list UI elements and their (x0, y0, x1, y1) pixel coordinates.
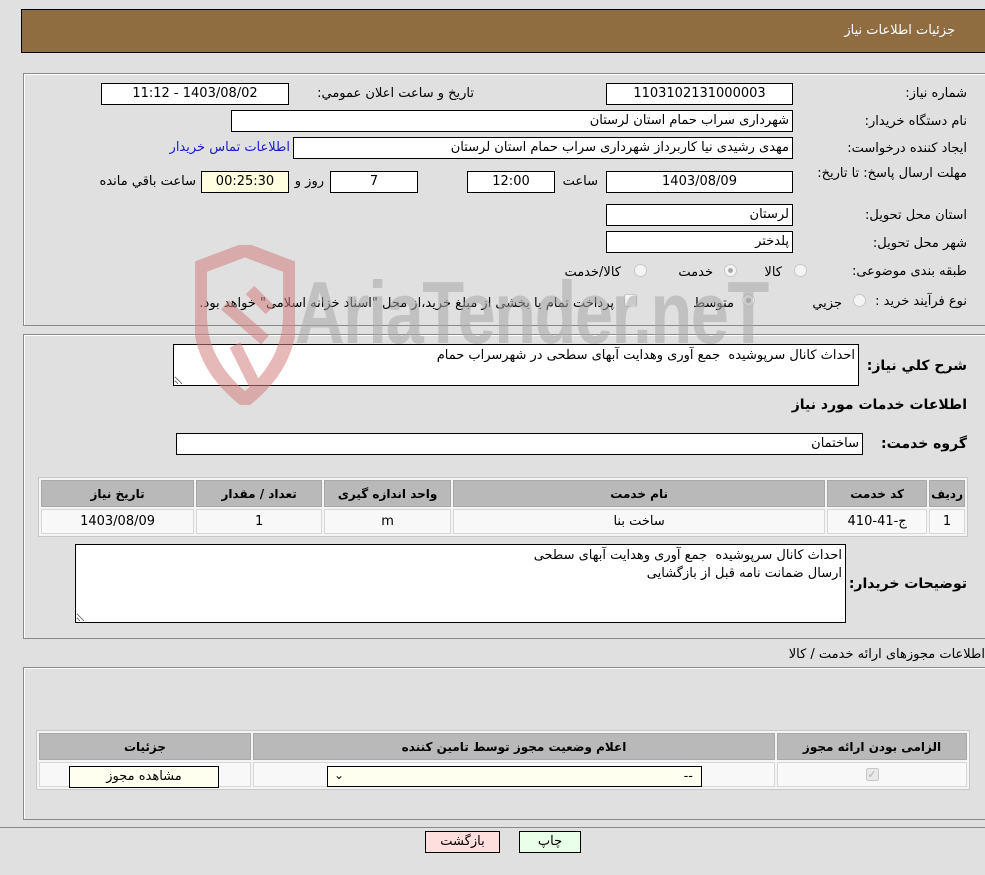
permits-title: اطلاعات مجوزهای ارائه خدمت / کالا (788, 647, 985, 662)
table-row: 1 ج-41-410 ساخت بنا m 1 1403/08/09 (41, 509, 965, 534)
cell-service-code: ج-41-410 (827, 509, 928, 534)
services-table: ردیف کد خدمت نام خدمت واحد اندازه گیری ت… (38, 477, 968, 537)
col-header-service-code: کد خدمت (827, 480, 928, 507)
footer-divider (0, 827, 985, 828)
category-radio-goods[interactable] (794, 264, 807, 277)
need-number-field: 1103102131000003 (606, 83, 793, 105)
print-button[interactable]: چاپ (519, 831, 581, 853)
city-field: پلدختر (606, 231, 793, 253)
remaining-time-label: ساعت باقي مانده (99, 174, 196, 189)
process-option-minor: جزيي (812, 296, 842, 311)
cell-quantity: 1 (196, 509, 323, 534)
buyer-org-field: شهرداری سراب حمام استان لرستان (231, 110, 793, 132)
col-header-row-number: ردیف (929, 480, 965, 507)
permit-status-value: -- (683, 769, 693, 784)
general-desc-label: شرح کلي نیاز: (866, 358, 967, 374)
announce-field: 1403/08/02 - 11:12 (101, 83, 289, 105)
col-header-unit: واحد اندازه گیری (324, 480, 452, 507)
cell-unit: m (324, 509, 452, 534)
view-permit-button[interactable]: مشاهده مجوز (69, 766, 219, 788)
services-section-title: اطلاعات خدمات مورد نیاز (791, 397, 967, 413)
col-header-need-date: تاریخ نیاز (41, 480, 195, 507)
need-number-label: شماره نیاز: (905, 86, 967, 101)
permits-table-header: الزامی بودن ارائه مجوز اعلام وضعیت مجوز … (39, 733, 967, 760)
cell-permit-required: ✓ (777, 762, 967, 787)
deadline-date-field: 1403/08/09 (606, 171, 793, 193)
services-table-header: ردیف کد خدمت نام خدمت واحد اندازه گیری ت… (41, 480, 965, 507)
cell-row-number: 1 (929, 509, 965, 534)
page-header: جزئیات اطلاعات نیاز (21, 9, 985, 53)
remaining-time-field: 00:25:30 (201, 171, 289, 193)
buyer-notes-textarea[interactable] (75, 544, 846, 623)
service-group-field: ساختمان (176, 433, 863, 455)
category-option-goods-service: کالا/خدمت (564, 265, 621, 280)
process-label: نوع فرآیند خرید : (875, 294, 967, 309)
category-option-goods: کالا (764, 265, 782, 280)
col-header-permit-status: اعلام وضعیت مجوز توسط تامین کننده (253, 733, 775, 760)
treasury-note: پرداخت تمام یا بخشی از مبلغ خرید،از محل … (199, 296, 614, 311)
permit-required-checkbox[interactable]: ✓ (865, 768, 879, 781)
treasury-checkbox[interactable] (624, 294, 637, 307)
creator-field: مهدی رشیدی نیا کاربرداز شهرداری سراب حما… (293, 137, 793, 159)
col-header-service-name: نام خدمت (453, 480, 826, 507)
deadline-time-label: ساعت (562, 174, 598, 189)
col-header-permit-details: جزئیات (39, 733, 251, 760)
city-label: شهر محل تحویل: (872, 236, 967, 251)
col-header-permit-required: الزامی بودن ارائه مجوز (777, 733, 967, 760)
chevron-down-icon: ⌄ (334, 768, 345, 782)
province-label: استان محل تحویل: (865, 208, 967, 223)
process-radio-medium[interactable] (742, 294, 755, 307)
days-label: روز و (294, 174, 324, 189)
page-title: جزئیات اطلاعات نیاز (844, 23, 955, 38)
buyer-contact-link[interactable]: اطلاعات تماس خریدار (170, 140, 290, 155)
deadline-label: مهلت ارسال پاسخ: تا تاریخ: (817, 166, 967, 181)
permit-status-select[interactable]: -- ⌄ (327, 766, 702, 787)
category-radio-goods-service[interactable] (634, 264, 647, 277)
buyer-org-label: نام دستگاه خریدار: (864, 114, 967, 129)
category-radio-service[interactable] (724, 264, 737, 277)
province-field: لرستان (606, 204, 793, 226)
col-header-quantity: تعداد / مقدار (196, 480, 323, 507)
cell-need-date: 1403/08/09 (41, 509, 195, 534)
process-option-medium: متوسط (693, 296, 734, 311)
general-desc-textarea[interactable] (173, 344, 859, 386)
back-button[interactable]: بازگشت (425, 831, 500, 853)
category-label: طبقه بندی موضوعی: (851, 264, 967, 279)
process-radio-minor[interactable] (853, 294, 866, 307)
deadline-time-field: 12:00 (467, 171, 555, 193)
buyer-notes-label: توضیحات خریدار: (848, 576, 967, 592)
creator-label: ایجاد کننده درخواست: (847, 141, 967, 156)
service-group-label: گروه خدمت: (881, 436, 967, 452)
category-option-service: خدمت (678, 265, 713, 280)
announce-label: تاریخ و ساعت اعلان عمومي: (317, 86, 474, 101)
cell-service-name: ساخت بنا (453, 509, 826, 534)
days-remaining-field: 7 (330, 171, 418, 193)
